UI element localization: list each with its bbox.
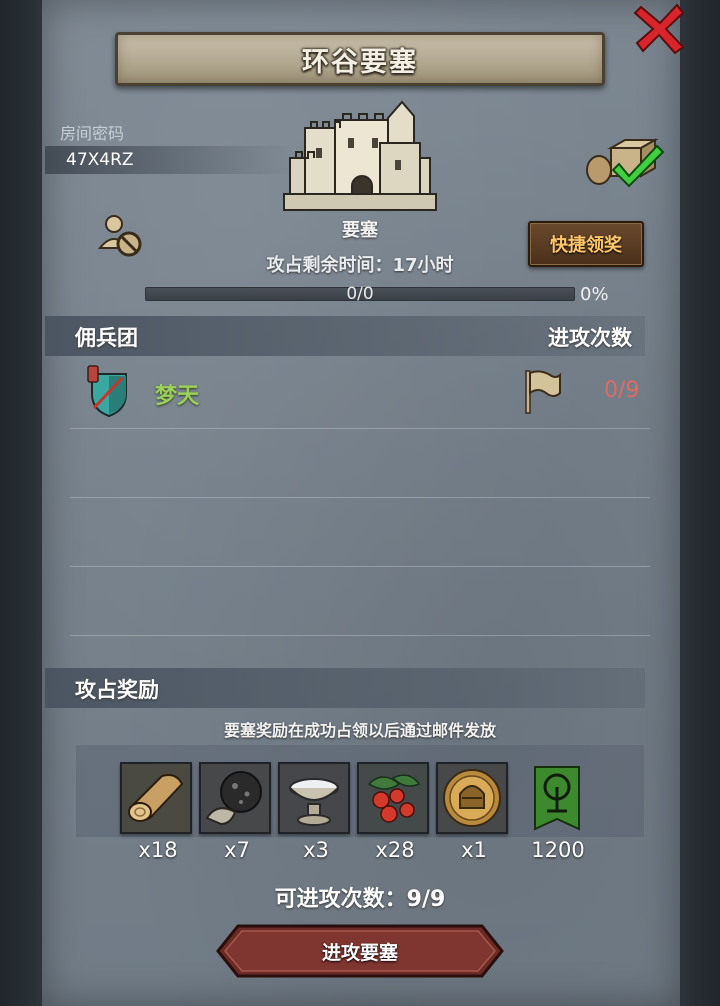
page-title: 环谷要塞 — [302, 46, 418, 78]
salt-bowl-icon — [280, 764, 348, 832]
reward-item-salt[interactable] — [278, 762, 350, 834]
reward-bag-claimed-icon[interactable] — [585, 138, 665, 188]
attacks-remaining: 可进攻次数：9/9 — [274, 887, 446, 912]
reward-count: x7 — [224, 838, 250, 862]
close-icon — [633, 3, 685, 55]
rewards-header: 攻占奖励 — [75, 678, 159, 702]
attack-count-header: 进攻次数 — [548, 326, 632, 350]
mercenary-header: 佣兵团 — [75, 326, 138, 350]
reward-item-helmet[interactable] — [436, 762, 508, 834]
capture-progress-text: 0/0 — [346, 284, 374, 304]
remaining-time: 攻占剩余时间：17小时 — [266, 255, 454, 276]
member-name[interactable]: 梦天 — [155, 378, 199, 410]
stone-ore-icon — [201, 764, 269, 832]
knight-helmet-coin-icon — [438, 764, 506, 832]
attack-fortress-button[interactable]: 进攻要塞 — [216, 924, 504, 978]
reward-item-wood[interactable] — [120, 762, 192, 834]
reward-count: x1 — [461, 838, 487, 862]
flag-icon — [525, 370, 561, 414]
reward-item-berries[interactable] — [357, 762, 429, 834]
background-edge-left — [0, 0, 40, 1006]
background-edge-right — [680, 0, 720, 1006]
title-plate: 环谷要塞 — [115, 32, 605, 86]
close-button[interactable] — [630, 0, 690, 56]
reward-count: 1200 — [531, 838, 585, 862]
attack-button-label: 进攻要塞 — [321, 942, 398, 964]
rewards-note: 要塞奖励在成功占领以后通过邮件发放 — [223, 721, 496, 740]
castle-icon — [283, 100, 437, 211]
reward-count: x3 — [303, 838, 329, 862]
tree-banner-icon[interactable] — [533, 765, 581, 831]
guild-shield-icon — [87, 365, 127, 418]
empty-row-divider — [70, 497, 650, 498]
reward-item-ore[interactable] — [199, 762, 271, 834]
empty-row-divider — [70, 635, 650, 636]
reward-count: x18 — [138, 838, 178, 862]
room-password-label: 房间密码 — [60, 124, 125, 143]
room-code[interactable]: 47X4RZ — [66, 150, 134, 170]
member-attack-count: 0/9 — [604, 378, 640, 403]
empty-row-divider — [70, 566, 650, 567]
capture-progress-percent: 0% — [580, 284, 609, 305]
wood-log-icon — [122, 764, 190, 832]
member-row-divider — [70, 428, 650, 429]
reward-count: x28 — [375, 838, 415, 862]
berries-icon — [359, 764, 427, 832]
